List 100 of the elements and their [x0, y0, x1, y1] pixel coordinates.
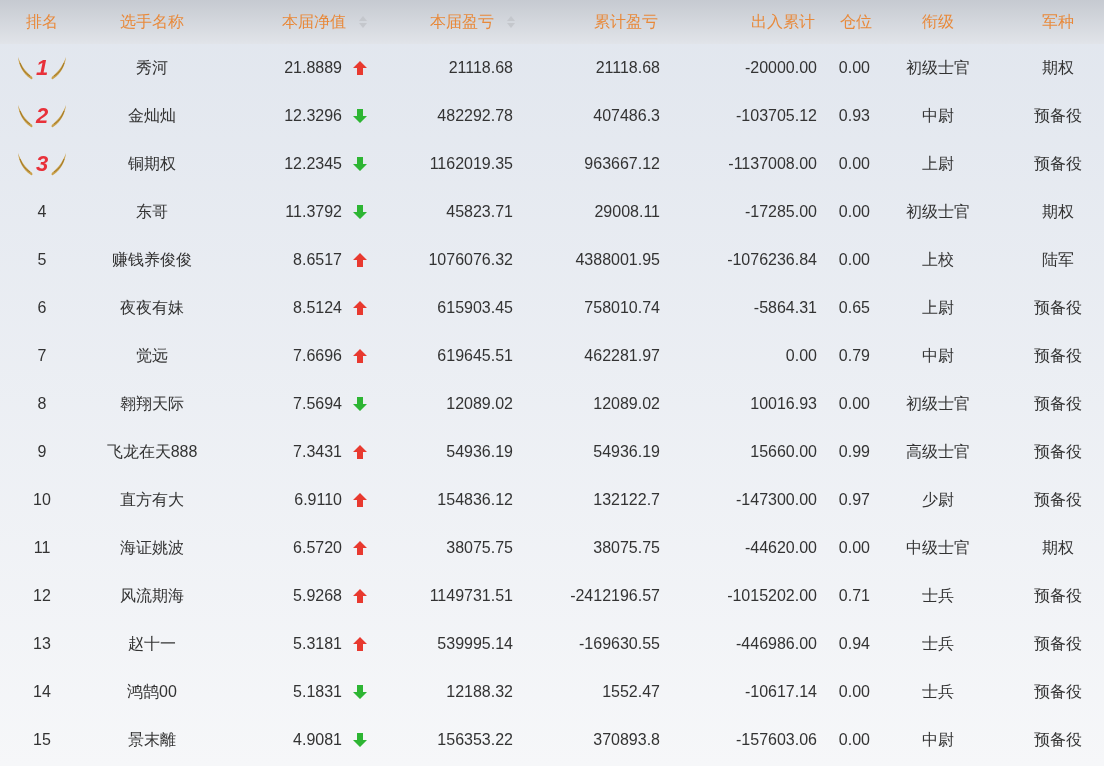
rank-number: 3 [35, 153, 49, 175]
column-header: 仓位 [840, 12, 872, 32]
table-cell-text: 15660.00 [750, 442, 817, 462]
table-cell-text: 21118.68 [448, 58, 513, 78]
table-cell-text: 156353.22 [437, 730, 513, 750]
player-name: 翱翔天际 [120, 394, 184, 414]
table-cell-text: 中尉 [922, 106, 954, 126]
table-cell-text: 21118.68 [595, 58, 660, 78]
rank-number: 8 [37, 394, 47, 414]
table-cell-text: 539995.14 [437, 634, 513, 654]
table-cell-text: 期权 [1042, 58, 1074, 78]
table-cell-text: 54936.19 [593, 442, 660, 462]
table-cell-text: 预备役 [1034, 442, 1082, 462]
table-cell-text: -1015202.00 [727, 586, 817, 606]
player-name: 景末離 [128, 730, 176, 750]
table-cell-text: 上尉 [922, 154, 954, 174]
table-cell-text: 预备役 [1034, 490, 1082, 510]
rank-number: 5 [37, 250, 47, 270]
table-cell-text: 1162019.35 [429, 154, 513, 174]
table-cell-text: -20000.00 [744, 58, 817, 78]
table-cell-text: -446986.00 [736, 634, 817, 654]
column-header[interactable]: 本届净值 [282, 10, 368, 34]
table-cell-text: -157603.06 [736, 730, 817, 750]
column-header: 选手名称 [120, 12, 184, 32]
column-header[interactable]: 本届盈亏 [430, 10, 516, 34]
table-cell-text: 初级士官 [906, 394, 970, 414]
net-value: 7.6696 [293, 346, 342, 366]
table-cell-text: -2412196.57 [570, 586, 660, 606]
rank-number: 11 [33, 538, 51, 558]
table-cell-text: 0.00 [838, 538, 870, 558]
table-cell-text: 预备役 [1034, 730, 1082, 750]
rank-number: 12 [33, 586, 51, 606]
table-cell-text: 10016.93 [750, 394, 817, 414]
table-cell-text: 758010.74 [584, 298, 660, 318]
table-cell-text: 615903.45 [437, 298, 513, 318]
net-value: 6.5720 [293, 538, 342, 558]
table-cell-text: 中级士官 [906, 538, 970, 558]
wing-icon [50, 103, 69, 129]
wing-icon [50, 151, 69, 177]
net-value: 12.2345 [284, 154, 342, 174]
player-name: 风流期海 [120, 586, 184, 606]
table-cell-text: 预备役 [1034, 394, 1082, 414]
rank-number: 14 [33, 682, 51, 702]
table-cell-text: 0.00 [838, 202, 870, 222]
table-cell-text: 0.00 [785, 346, 817, 366]
column-header: 累计盈亏 [594, 12, 658, 32]
table-cell-text: 12089.02 [446, 394, 513, 414]
table-cell-text: 期权 [1042, 202, 1074, 222]
table-cell-text: 12188.32 [446, 682, 513, 702]
table-cell-text: 12089.02 [593, 394, 660, 414]
table-cell-text: 0.00 [838, 250, 870, 270]
rank-number: 9 [37, 442, 47, 462]
table-cell-text: 1552.47 [602, 682, 660, 702]
table-cell-text: 963667.12 [584, 154, 660, 174]
table-cell-text: 38075.75 [593, 538, 660, 558]
table-cell-text: 0.00 [838, 58, 870, 78]
table-cell-text: 0.00 [838, 394, 870, 414]
player-name: 飞龙在天888 [106, 442, 198, 462]
rank-number: 7 [37, 346, 47, 366]
table-cell-text: 期权 [1042, 538, 1074, 558]
net-value: 12.3296 [284, 106, 342, 126]
wing-icon [50, 55, 69, 81]
player-name: 鸿鹄00 [127, 682, 177, 702]
table-cell-text: 407486.3 [593, 106, 660, 126]
player-name: 秀河 [136, 58, 168, 78]
table-cell-text: 29008.11 [594, 202, 660, 222]
player-name: 海证姚波 [120, 538, 184, 558]
wing-icon [15, 151, 34, 177]
player-name: 赵十一 [128, 634, 176, 654]
player-name: 赚钱养俊俊 [112, 250, 192, 270]
table-cell-text: 预备役 [1034, 634, 1082, 654]
table-cell-text: 高级士官 [906, 442, 970, 462]
net-value: 5.3181 [293, 634, 342, 654]
table-cell-text: 中尉 [922, 730, 954, 750]
table-cell-text: 预备役 [1034, 298, 1082, 318]
table-cell-text: 0.71 [838, 586, 870, 606]
player-name: 东哥 [136, 202, 168, 222]
wing-icon [15, 55, 34, 81]
player-name: 金灿灿 [128, 106, 176, 126]
table-cell-text: 中尉 [922, 346, 954, 366]
table-cell-text: 132122.7 [593, 490, 660, 510]
table-cell-text: -103705.12 [736, 106, 817, 126]
player-name: 觉远 [136, 346, 168, 366]
table-cell-text: 1149731.51 [429, 586, 513, 606]
table-cell-text: 预备役 [1034, 682, 1082, 702]
net-value: 4.9081 [293, 730, 342, 750]
player-name: 直方有大 [120, 490, 184, 510]
table-cell-text: 上尉 [922, 298, 954, 318]
table-cell-text: 1076076.32 [428, 250, 513, 270]
rank-number: 1 [35, 57, 49, 79]
table-cell-text: 初级士官 [906, 58, 970, 78]
table-cell-text: -147300.00 [736, 490, 817, 510]
table-cell-text: 初级士官 [906, 202, 970, 222]
table-cell-text: 619645.51 [437, 346, 513, 366]
table-cell-text: 0.00 [838, 154, 870, 174]
table-cell-text: -44620.00 [744, 538, 817, 558]
table-cell-text: 0.94 [838, 634, 870, 654]
net-value: 6.9110 [294, 490, 342, 510]
table-cell-text: 预备役 [1034, 586, 1082, 606]
table-cell-text: 士兵 [922, 586, 954, 606]
